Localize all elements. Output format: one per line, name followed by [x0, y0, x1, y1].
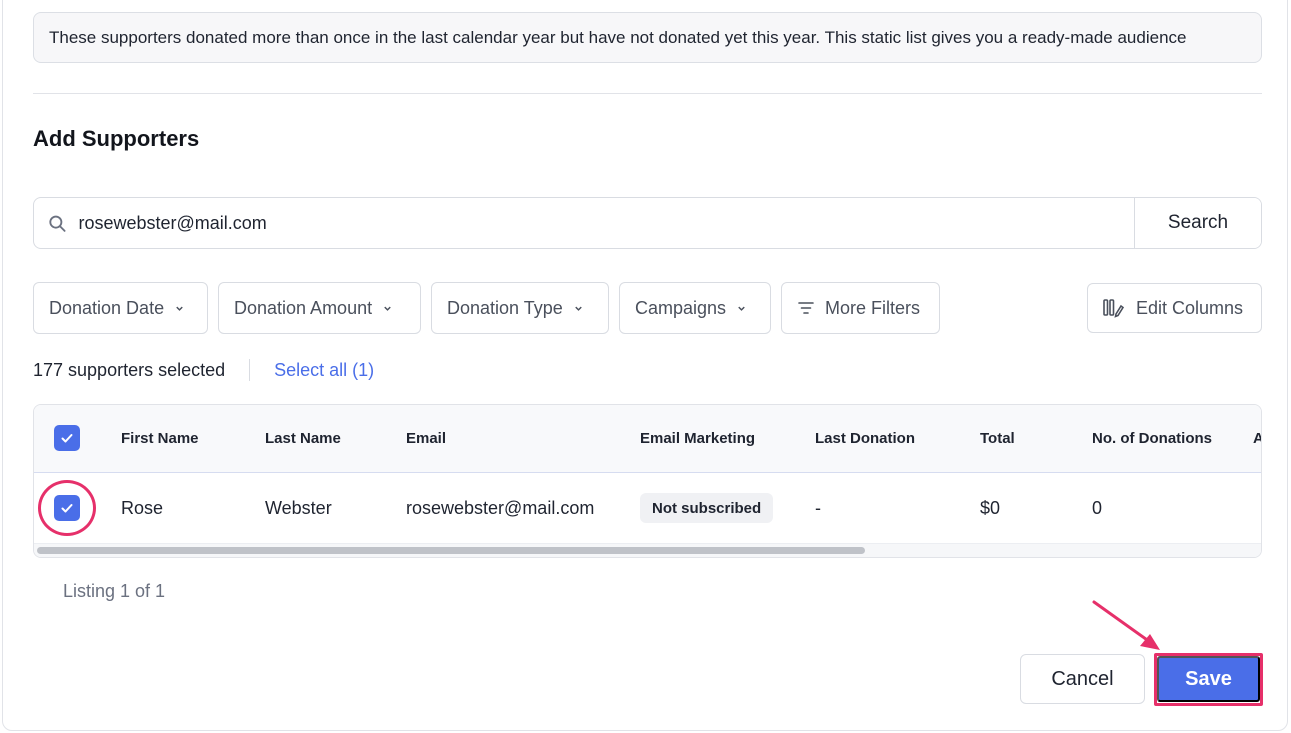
more-filters-button[interactable]: More Filters: [781, 282, 940, 334]
save-button[interactable]: Save: [1157, 656, 1260, 702]
section-title: Add Supporters: [33, 126, 200, 151]
search-button[interactable]: Search: [1134, 198, 1261, 248]
search-input[interactable]: [78, 212, 1134, 234]
column-header-donations[interactable]: No. of Donations: [1092, 430, 1212, 447]
filter-lines-icon: [798, 302, 814, 314]
select-all-checkbox[interactable]: [54, 425, 80, 451]
column-header-email-marketing[interactable]: Email Marketing: [640, 430, 755, 447]
edit-columns-label: Edit Columns: [1136, 297, 1244, 318]
supporters-table: First Name Last Name Email Email Marketi…: [33, 404, 1262, 558]
chevron-down-icon: [176, 306, 183, 311]
column-header-last-donation[interactable]: Last Donation: [815, 430, 915, 447]
filter-donation-type[interactable]: Donation Type: [431, 282, 609, 334]
chevron-down-icon: [574, 306, 582, 311]
select-all-link[interactable]: Select all (1): [274, 360, 374, 381]
cell-donations: 0: [1092, 498, 1103, 518]
scrollbar-thumb[interactable]: [37, 547, 865, 554]
cell-first-name: Rose: [121, 498, 164, 518]
cell-last-donation: -: [815, 498, 821, 518]
checkmark-icon: [61, 504, 73, 513]
list-description-text: These supporters donated more than once …: [49, 27, 1187, 47]
column-header-total[interactable]: Total: [980, 430, 1015, 447]
columns-edit-icon: [1103, 299, 1124, 318]
cell-last-name: Webster: [265, 498, 332, 518]
search-bar: Search: [33, 197, 1262, 249]
horizontal-scrollbar[interactable]: [34, 543, 1261, 557]
pagination-text: Listing 1 of 1: [63, 581, 166, 601]
chevron-down-icon: [384, 306, 391, 311]
more-filters-label: More Filters: [825, 297, 921, 318]
row-checkbox[interactable]: [54, 495, 80, 521]
cell-total: $0: [980, 498, 1001, 518]
table-row[interactable]: Rose Webster rosewebster@mail.com Not su…: [34, 474, 1261, 544]
cell-email: rosewebster@mail.com: [406, 498, 595, 518]
cancel-button[interactable]: Cancel: [1020, 654, 1145, 704]
chevron-down-icon: [738, 306, 745, 311]
edit-columns-button[interactable]: Edit Columns: [1087, 283, 1262, 333]
filter-label: Donation Date: [49, 297, 165, 318]
separator: [249, 359, 251, 381]
column-header-overflow[interactable]: A: [1253, 430, 1261, 447]
filter-campaigns[interactable]: Campaigns: [619, 282, 771, 334]
column-header-email[interactable]: Email: [406, 430, 446, 447]
search-field[interactable]: [34, 198, 1134, 248]
checkmark-icon: [61, 434, 73, 443]
selected-count: 177 supporters selected: [33, 359, 226, 380]
list-description: These supporters donated more than once …: [33, 12, 1262, 63]
filter-donation-date[interactable]: Donation Date: [33, 282, 208, 334]
filter-label: Donation Amount: [234, 297, 373, 318]
email-marketing-badge: Not subscribed: [640, 493, 774, 523]
filter-label: Campaigns: [635, 297, 727, 318]
selection-bar: 177 supporters selected Select all (1): [33, 358, 374, 382]
column-header-last-name[interactable]: Last Name: [265, 430, 341, 447]
search-icon: [49, 215, 66, 232]
column-header-first-name[interactable]: First Name: [121, 430, 199, 447]
filter-label: Donation Type: [447, 297, 563, 318]
divider: [33, 93, 1262, 94]
filter-donation-amount[interactable]: Donation Amount: [218, 282, 421, 334]
table-header: First Name Last Name Email Email Marketi…: [34, 405, 1261, 473]
